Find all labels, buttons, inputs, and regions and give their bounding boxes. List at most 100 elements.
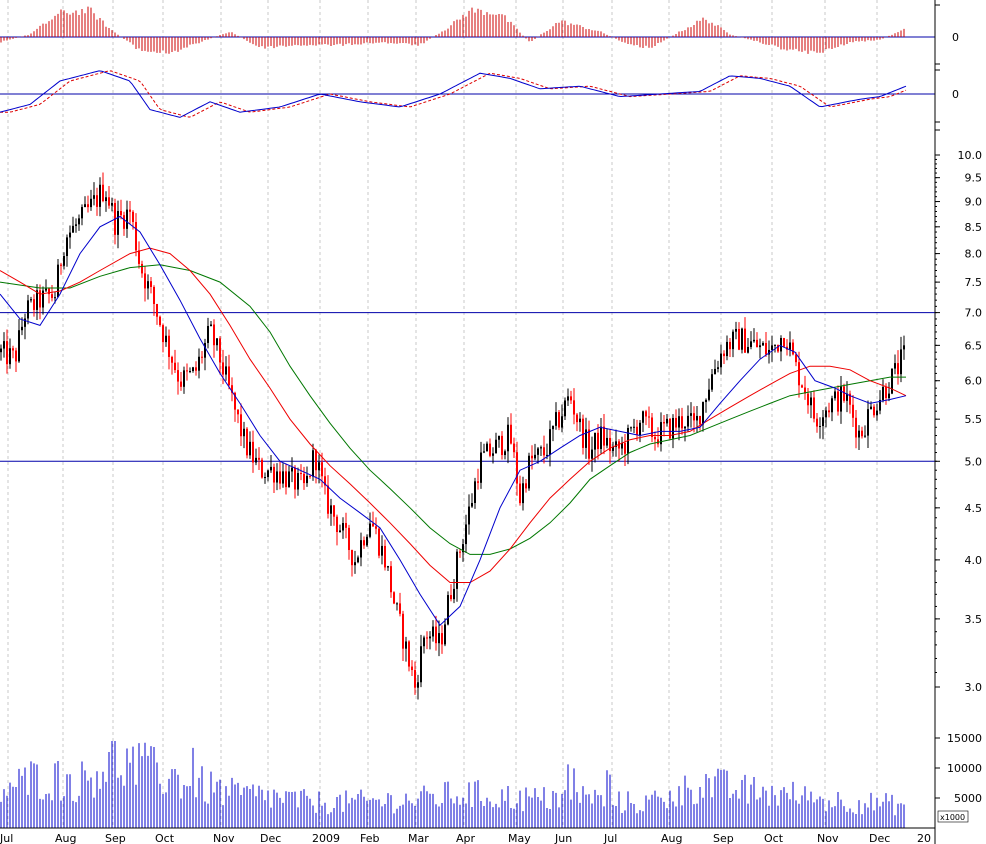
candle-body: [528, 455, 530, 489]
candle-body: [354, 562, 356, 566]
candle-body: [375, 526, 377, 529]
candle-body: [306, 475, 308, 484]
candle-body: [564, 400, 566, 417]
candle-body: [807, 393, 809, 406]
candle-body: [780, 337, 782, 352]
candle-body: [417, 682, 419, 688]
candle-body: [687, 415, 689, 427]
candle-body: [660, 422, 662, 445]
candle-body: [216, 338, 218, 346]
candle-body: [591, 449, 593, 459]
candle-body: [150, 281, 152, 287]
candle-body: [207, 325, 209, 343]
candle-body: [900, 349, 902, 375]
vertical-grid: [7, 0, 878, 828]
candle-body: [567, 396, 569, 401]
candle-body: [576, 414, 578, 423]
candle-body: [459, 551, 461, 553]
candle-body: [738, 328, 740, 350]
candle-body: [825, 410, 827, 418]
candle-body: [663, 422, 665, 424]
month-label: May: [508, 832, 531, 844]
volume-tick-label: 10000: [947, 762, 982, 775]
candle-body: [765, 343, 767, 355]
candle-body: [243, 428, 245, 437]
candle-body: [213, 324, 215, 346]
candle-body: [201, 356, 203, 358]
candle-body: [387, 566, 389, 568]
price-tick-label: 5.0: [965, 455, 983, 468]
candle-body: [816, 418, 818, 427]
candle-body: [345, 523, 347, 528]
candle-body: [198, 356, 200, 371]
candle-body: [351, 550, 353, 566]
price-tick-label: 9.5: [965, 172, 983, 185]
candle-body: [381, 545, 383, 556]
candle-body: [684, 426, 686, 429]
candle-body: [6, 341, 8, 365]
candle-body: [561, 416, 563, 428]
candle-body: [654, 436, 656, 440]
candle-body: [441, 633, 443, 645]
candle-body: [471, 502, 473, 507]
candle-body: [348, 527, 350, 551]
stock-chart: 10.0 9.5 9.0 8.5 8.0 7.5 7.0 6.5 6.0 5.5 5.0 4.5 4.0…: [0, 0, 983, 844]
candle-body: [315, 450, 317, 471]
candle-body: [105, 197, 107, 202]
candle-body: [483, 451, 485, 453]
ma-green-line: [0, 264, 906, 555]
candle-body: [87, 204, 89, 208]
candle-body: [222, 362, 224, 375]
candle-body: [3, 341, 5, 349]
candle-body: [18, 330, 20, 362]
candle-body: [873, 406, 875, 416]
candle-body: [78, 218, 80, 225]
candle-body: [600, 426, 602, 449]
candle-body: [189, 370, 191, 372]
candle-body: [312, 450, 314, 477]
candle-body: [300, 473, 302, 475]
month-label: Jun: [554, 832, 572, 844]
candle-body: [60, 264, 62, 266]
candle-body: [186, 370, 188, 372]
candle-body: [708, 389, 710, 400]
candle-body: [585, 429, 587, 448]
candle-body: [774, 344, 776, 346]
candle-body: [174, 362, 176, 371]
candle-body: [552, 425, 554, 430]
candle-body: [699, 415, 701, 425]
candle-body: [93, 195, 95, 199]
macd-panel: [0, 6, 935, 54]
candle-body: [159, 316, 161, 326]
ma-red-line: [0, 247, 907, 583]
candle-body: [840, 386, 842, 412]
month-label: Oct: [155, 832, 175, 844]
candle-body: [111, 202, 113, 206]
candle-body: [15, 350, 17, 362]
candle-body: [399, 603, 401, 614]
candle-body: [162, 325, 164, 343]
candle-body: [651, 417, 653, 437]
candle-body: [24, 318, 26, 327]
candle-body: [210, 324, 212, 326]
month-label: Oct: [764, 832, 784, 844]
candle-body: [645, 411, 647, 417]
candle-body: [246, 428, 248, 456]
candle-body: [63, 255, 65, 266]
candle-body: [135, 222, 137, 251]
candle-body: [51, 294, 53, 298]
candle-body: [480, 452, 482, 483]
candle-body: [732, 331, 734, 350]
candle-body: [516, 452, 518, 484]
oscillator-panel: [0, 70, 935, 118]
candle-body: [276, 471, 278, 483]
candle-body: [228, 366, 230, 386]
candle-body: [384, 545, 386, 568]
candle-body: [573, 400, 575, 415]
candle-body: [831, 398, 833, 413]
candle-body: [789, 342, 791, 350]
candle-body: [636, 426, 638, 436]
candle-body: [681, 416, 683, 429]
month-label: Dec: [869, 832, 890, 844]
candle-body: [720, 353, 722, 368]
